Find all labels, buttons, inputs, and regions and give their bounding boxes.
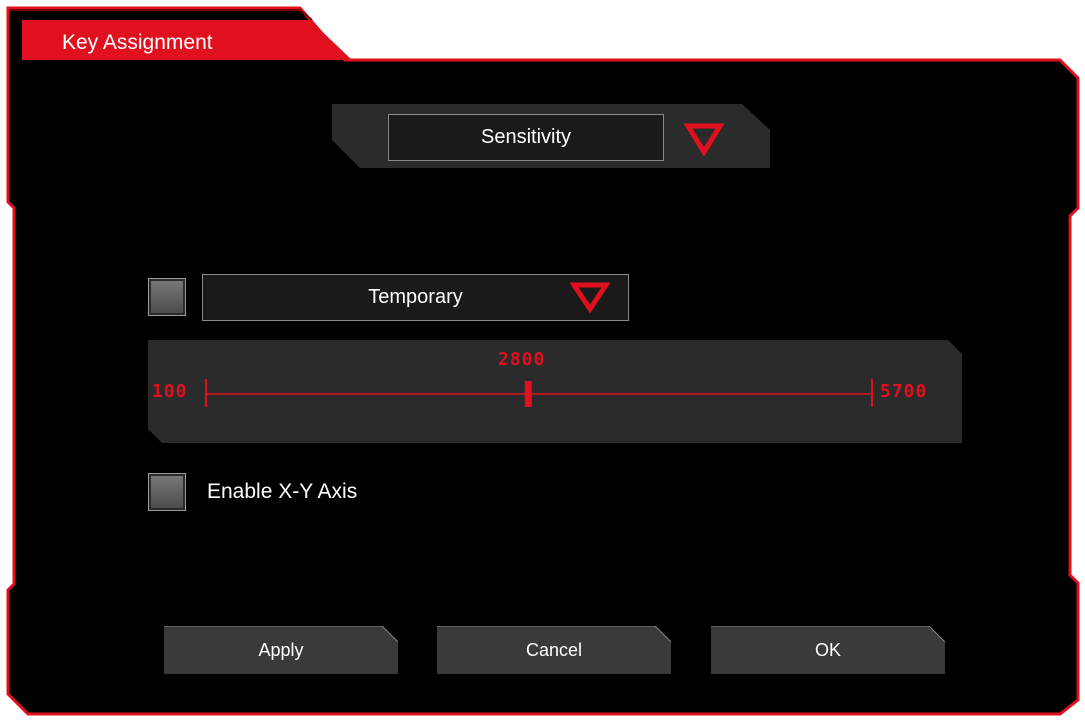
- mode-select[interactable]: Sensitivity: [388, 114, 664, 161]
- apply-button[interactable]: Apply: [164, 626, 398, 674]
- cancel-button-label: Cancel: [525, 639, 583, 660]
- temporary-select[interactable]: Temporary: [202, 274, 629, 321]
- slider-min-label: 100: [152, 381, 188, 402]
- temporary-checkbox[interactable]: [148, 278, 186, 316]
- xy-axis-label: Enable X-Y Axis: [207, 480, 358, 503]
- window-title: Key Assignment: [62, 31, 213, 54]
- apply-button-label: Apply: [258, 639, 304, 660]
- triangle-down-icon[interactable]: [684, 122, 724, 156]
- ok-button-label: OK: [814, 639, 841, 660]
- triangle-down-icon[interactable]: [570, 281, 610, 313]
- slider-value-label: 2800: [498, 349, 546, 370]
- slider-thumb[interactable]: [524, 381, 532, 407]
- cancel-button[interactable]: Cancel: [437, 626, 671, 674]
- slider-max-label: 5700: [880, 381, 928, 402]
- xy-axis-checkbox[interactable]: [148, 473, 186, 511]
- sensitivity-slider[interactable]: [204, 376, 876, 410]
- ok-button[interactable]: OK: [711, 626, 945, 674]
